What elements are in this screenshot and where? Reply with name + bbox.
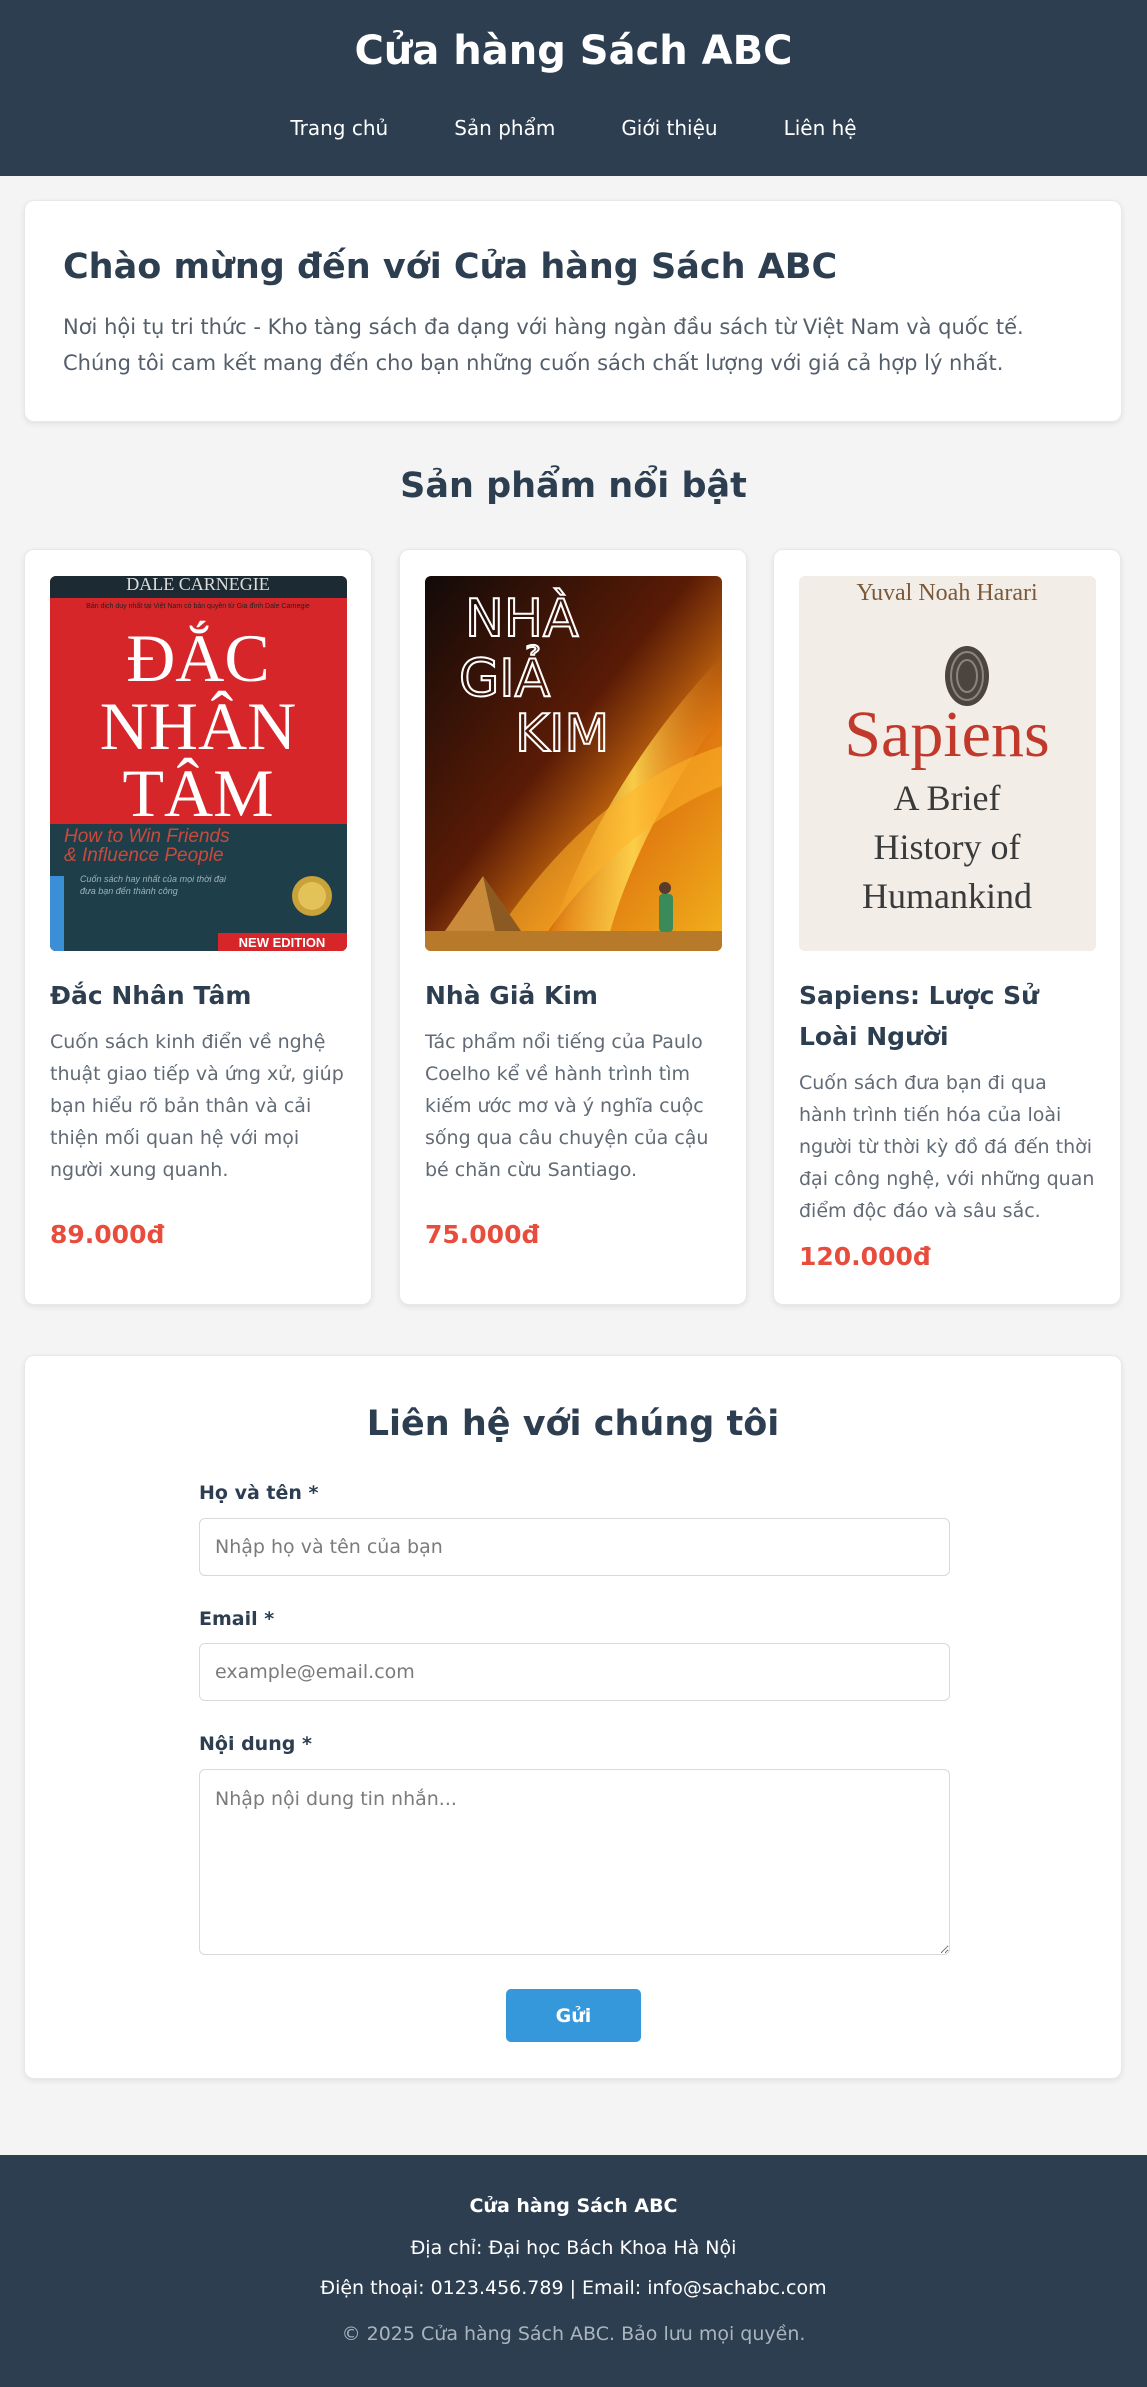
cover-subtitle-line-1: A Brief bbox=[894, 778, 1001, 818]
cover-title-line-2: GIẢ bbox=[459, 644, 551, 709]
cover-figure-icon bbox=[659, 882, 671, 894]
cover-subtitle-line-3: Humankind bbox=[862, 876, 1032, 916]
site-title: Cửa hàng Sách ABC bbox=[354, 28, 793, 74]
product-price: 75.000đ bbox=[425, 1220, 540, 1249]
cover-title-line-3: KIM bbox=[515, 704, 609, 764]
footer-store-name: Cửa hàng Sách ABC bbox=[469, 2195, 678, 2217]
cover-author-text: DALE CARNEGIE bbox=[126, 576, 269, 594]
welcome-title: Chào mừng đến với Cửa hàng Sách ABC bbox=[63, 247, 838, 287]
product-description: Cuốn sách kinh điển về nghệ thuật giao t… bbox=[50, 1031, 344, 1181]
product-card[interactable]: Yuval Noah Harari Sapiens A Brief Histor… bbox=[773, 549, 1121, 1305]
product-price: 120.000đ bbox=[799, 1242, 931, 1271]
product-card[interactable]: NHÀ GIẢ KIM Nhà Giả Kim Tác phẩm nổi tiế… bbox=[399, 549, 747, 1305]
welcome-section: Chào mừng đến với Cửa hàng Sách ABC Nơi … bbox=[24, 200, 1122, 422]
contact-title: Liên hệ với chúng tôi bbox=[366, 1404, 780, 1444]
email-label: Email * bbox=[199, 1608, 275, 1630]
cover-author-text: Yuval Noah Harari bbox=[856, 580, 1038, 606]
cover-tagline-1: Cuốn sách hay nhất của mọi thời đại bbox=[80, 874, 227, 884]
nav-products-link[interactable]: Sản phẩm bbox=[454, 116, 555, 140]
submit-button[interactable]: Gửi bbox=[506, 1989, 641, 2042]
nav-contact-link[interactable]: Liên hệ bbox=[784, 116, 857, 140]
cover-title-line-1: NHÀ bbox=[465, 588, 579, 649]
cover-badge-text: NEW EDITION bbox=[239, 935, 326, 950]
product-card[interactable]: DALE CARNEGIE Bản dịch duy nhất tại Việt… bbox=[24, 549, 372, 1305]
product-name[interactable]: Nhà Giả Kim bbox=[425, 975, 721, 1016]
product-cover-image[interactable]: NHÀ GIẢ KIM bbox=[425, 576, 722, 951]
name-input[interactable] bbox=[199, 1518, 950, 1576]
message-textarea[interactable] bbox=[199, 1769, 950, 1955]
product-description: Cuốn sách đưa bạn đi qua hành trình tiến… bbox=[799, 1072, 1095, 1222]
product-name[interactable]: Đắc Nhân Tâm bbox=[50, 975, 346, 1016]
footer-address: Địa chỉ: Đại học Bách Khoa Hà Nội bbox=[410, 2237, 737, 2259]
footer-copyright: © 2025 Cửa hàng Sách ABC. Bảo lưu mọi qu… bbox=[341, 2323, 806, 2345]
main-nav: Trang chủ Sản phẩm Giới thiệu Liên hệ bbox=[0, 116, 1147, 140]
contact-section: Liên hệ với chúng tôi Họ và tên * Email … bbox=[24, 1355, 1122, 2079]
cover-subtitle-line-2: History of bbox=[874, 827, 1021, 867]
name-label: Họ và tên * bbox=[199, 1482, 319, 1504]
footer-contact-info: Điện thoại: 0123.456.789 | Email: info@s… bbox=[320, 2277, 827, 2299]
cover-tagline-2: đưa bạn đến thành công bbox=[80, 886, 178, 896]
nav-home-link[interactable]: Trang chủ bbox=[290, 116, 388, 140]
product-description: Tác phẩm nổi tiếng của Paulo Coelho kể v… bbox=[425, 1031, 709, 1181]
product-cover-image[interactable]: Yuval Noah Harari Sapiens A Brief Histor… bbox=[799, 576, 1096, 951]
cover-small-text: Bản dịch duy nhất tại Việt Nam có bản qu… bbox=[86, 601, 310, 610]
cover-subtitle-line-1: How to Win Friends bbox=[64, 826, 230, 847]
product-name[interactable]: Sapiens: Lược Sử Loài Người bbox=[799, 975, 1095, 1057]
site-header: Cửa hàng Sách ABC Trang chủ Sản phẩm Giớ… bbox=[0, 0, 1147, 176]
cover-title-text: Sapiens bbox=[844, 698, 1049, 771]
product-cover-image[interactable]: DALE CARNEGIE Bản dịch duy nhất tại Việt… bbox=[50, 576, 347, 951]
welcome-text: Nơi hội tụ tri thức - Kho tàng sách đa d… bbox=[63, 315, 1024, 375]
email-input[interactable] bbox=[199, 1643, 950, 1701]
nav-about-link[interactable]: Giới thiệu bbox=[621, 116, 717, 140]
cover-title-line-2: NHÂN bbox=[100, 688, 296, 764]
cover-title-line-1: ĐẮC bbox=[126, 620, 270, 696]
products-section-title: Sản phẩm nổi bật bbox=[400, 466, 747, 506]
site-footer: Cửa hàng Sách ABC Địa chỉ: Đại học Bách … bbox=[0, 2155, 1147, 2387]
cover-title-line-3: TÂM bbox=[122, 755, 273, 831]
message-label: Nội dung * bbox=[199, 1733, 312, 1755]
product-price: 89.000đ bbox=[50, 1220, 165, 1249]
cover-subtitle-line-2: & Influence People bbox=[64, 845, 224, 866]
